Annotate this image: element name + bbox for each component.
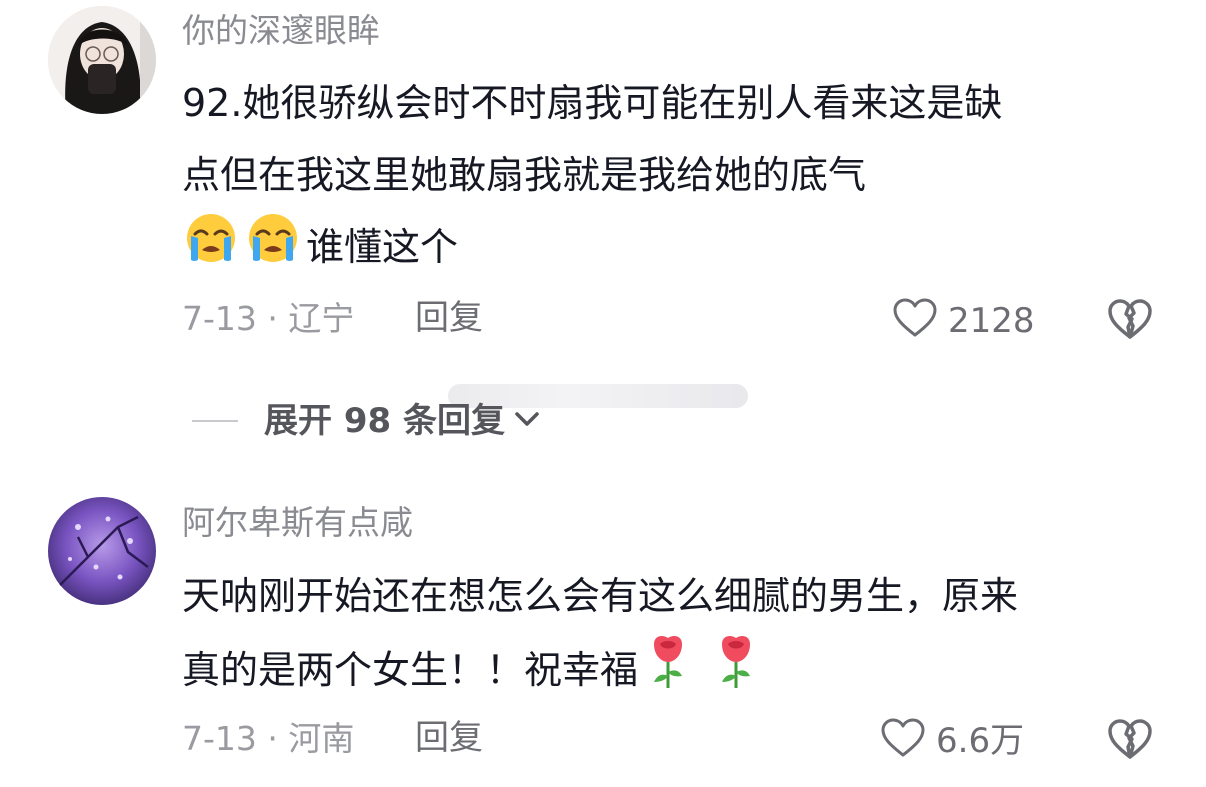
reply-button[interactable]: 回复 [415,301,483,335]
comment-text-line: 92.她很骄纵会时不时扇我可能在别人看来这是缺 [182,81,1003,125]
like-count: 2128 [948,301,1035,341]
avatar[interactable] [48,6,156,114]
comment-text-line: 点但在我这里她敢扇我就是我给她的底气 [182,153,867,197]
comment-item: 你的深邃眼眸 92.她很骄纵会时不时扇我可能在别人看来这是缺 点但在我这里她敢扇… [0,0,1206,380]
heart-icon [880,717,926,765]
comment-item: 阿尔卑斯有点咸 天呐刚开始还在想怎么会有这么细腻的男生，原来 真的是两个女生！！… [0,490,1206,787]
comment-username[interactable]: 阿尔卑斯有点咸 [182,506,413,539]
comment-text-segment: 真的是两个女生！！祝幸福 [182,648,639,692]
comment-date-location: 7-13 · 河南 [182,719,355,758]
comment-date-location: 7-13 · 辽宁 [182,299,355,338]
like-count: 6.6万 [936,721,1025,761]
avatar[interactable] [48,497,156,605]
dislike-button[interactable] [1106,297,1154,345]
expand-replies-button[interactable]: 展开 98 条回复 [192,404,541,438]
broken-heart-icon [1106,299,1154,345]
crying-face-icon [182,212,240,287]
comment-text-line: 真的是两个女生！！祝幸福 [182,632,1162,713]
rose-icon [714,632,758,713]
comment-text-line: 天呐刚开始还在想怎么会有这么细腻的男生，原来 [182,574,1019,618]
reply-button[interactable]: 回复 [415,721,483,755]
crying-face-icon [244,212,302,287]
comment-username[interactable]: 你的深邃眼眸 [182,14,380,47]
expand-divider [192,420,238,422]
chevron-down-icon [513,409,541,433]
comment-text: 天呐刚开始还在想怎么会有这么细腻的男生，原来 真的是两个女生！！祝幸福 [182,560,1162,713]
comment-text: 92.她很骄纵会时不时扇我可能在别人看来这是缺 点但在我这里她敢扇我就是我给她的… [182,67,1162,287]
rose-icon [646,632,690,713]
heart-icon [892,297,938,345]
comment-emoji-line: 谁懂这个 [182,211,1162,287]
expand-replies-label: 展开 98 条回复 [264,401,505,441]
broken-heart-icon [1106,719,1154,765]
comment-emoji-text: 谁懂这个 [306,225,459,269]
like-button[interactable]: 2128 [892,297,1035,345]
like-button[interactable]: 6.6万 [880,717,1024,765]
dislike-button[interactable] [1106,717,1154,765]
